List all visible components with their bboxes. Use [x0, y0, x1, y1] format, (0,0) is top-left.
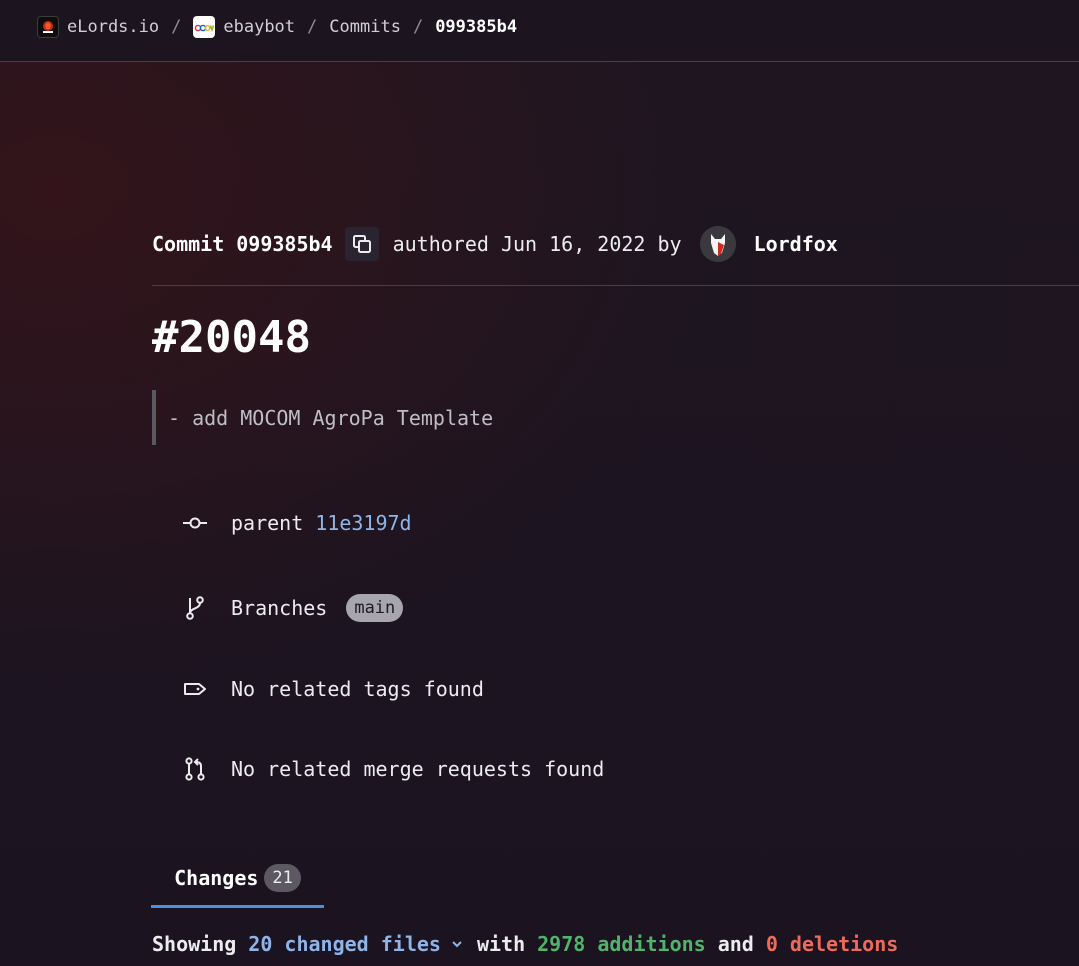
tag-icon — [182, 676, 208, 702]
breadcrumb-separator: / — [412, 17, 424, 37]
parent-row: parent 11e3197d — [182, 507, 412, 539]
additions-count: 2978 additions — [537, 932, 706, 956]
commit-header: Commit 099385b4 authored Jun 16, 2022 by… — [152, 226, 838, 262]
tab-changes-label: Changes — [174, 865, 259, 890]
breadcrumb: eLords.io / ebaybot / Commits / 099385b4 — [37, 15, 517, 39]
chevron-down-icon — [452, 941, 462, 948]
elords-logo-icon — [37, 16, 59, 38]
breadcrumb-item-current-commit[interactable]: 099385b4 — [435, 17, 517, 37]
tags-text: No related tags found — [231, 677, 484, 701]
summary-and: and — [717, 932, 754, 956]
breadcrumb-item-elords[interactable]: eLords.io — [37, 16, 159, 38]
parent-sha-link[interactable]: 11e3197d — [315, 511, 411, 535]
changed-files-label: 20 changed files — [248, 932, 441, 956]
parent-label: parent — [231, 511, 304, 535]
tab-changes[interactable]: Changes 21 — [151, 850, 324, 908]
author-avatar[interactable] — [699, 226, 736, 262]
breadcrumb-label: eLords.io — [67, 17, 160, 37]
breadcrumb-label: 099385b4 — [435, 17, 518, 37]
branches-label: Branches — [231, 596, 328, 620]
tab-changes-count: 21 — [264, 863, 301, 892]
commit-title: #20048 — [152, 312, 311, 363]
authored-text: authored Jun 16, 2022 by — [392, 232, 682, 256]
breadcrumb-item-ebaybot[interactable]: ebaybot — [193, 16, 295, 38]
breadcrumb-item-commits[interactable]: Commits — [329, 17, 401, 37]
commit-description: - add MOCOM AgroPa Template — [152, 390, 493, 445]
top-bar: eLords.io / ebaybot / Commits / 099385b4 — [0, 0, 1079, 62]
header-divider — [152, 285, 1079, 286]
copy-icon — [352, 235, 371, 253]
summary-showing: Showing — [152, 932, 237, 956]
merge-requests-row: No related merge requests found — [182, 753, 604, 785]
branch-icon — [182, 595, 208, 621]
author-name-link[interactable]: Lordfox — [754, 232, 838, 256]
breadcrumb-label: ebaybot — [223, 17, 296, 37]
deletions-count: 0 deletions — [765, 932, 899, 956]
commit-node-icon — [182, 510, 208, 536]
branch-badge-main[interactable]: main — [346, 594, 404, 622]
diff-summary: Showing 20 changed files with 2978 addit… — [152, 928, 898, 960]
breadcrumb-label: Commits — [329, 17, 401, 37]
breadcrumb-separator: / — [171, 17, 182, 37]
commit-label: Commit — [152, 232, 225, 256]
merge-requests-text: No related merge requests found — [231, 757, 605, 781]
merge-request-icon — [182, 756, 208, 782]
commit-sha: 099385b4 — [236, 232, 333, 256]
branches-row: Branches main — [182, 592, 404, 624]
breadcrumb-separator: / — [307, 17, 318, 37]
changed-files-dropdown[interactable]: 20 changed files — [248, 932, 465, 956]
copy-sha-button[interactable] — [344, 227, 379, 261]
summary-with: with — [476, 932, 526, 956]
tags-row: No related tags found — [182, 673, 484, 705]
ebay-logo-icon — [193, 16, 216, 38]
